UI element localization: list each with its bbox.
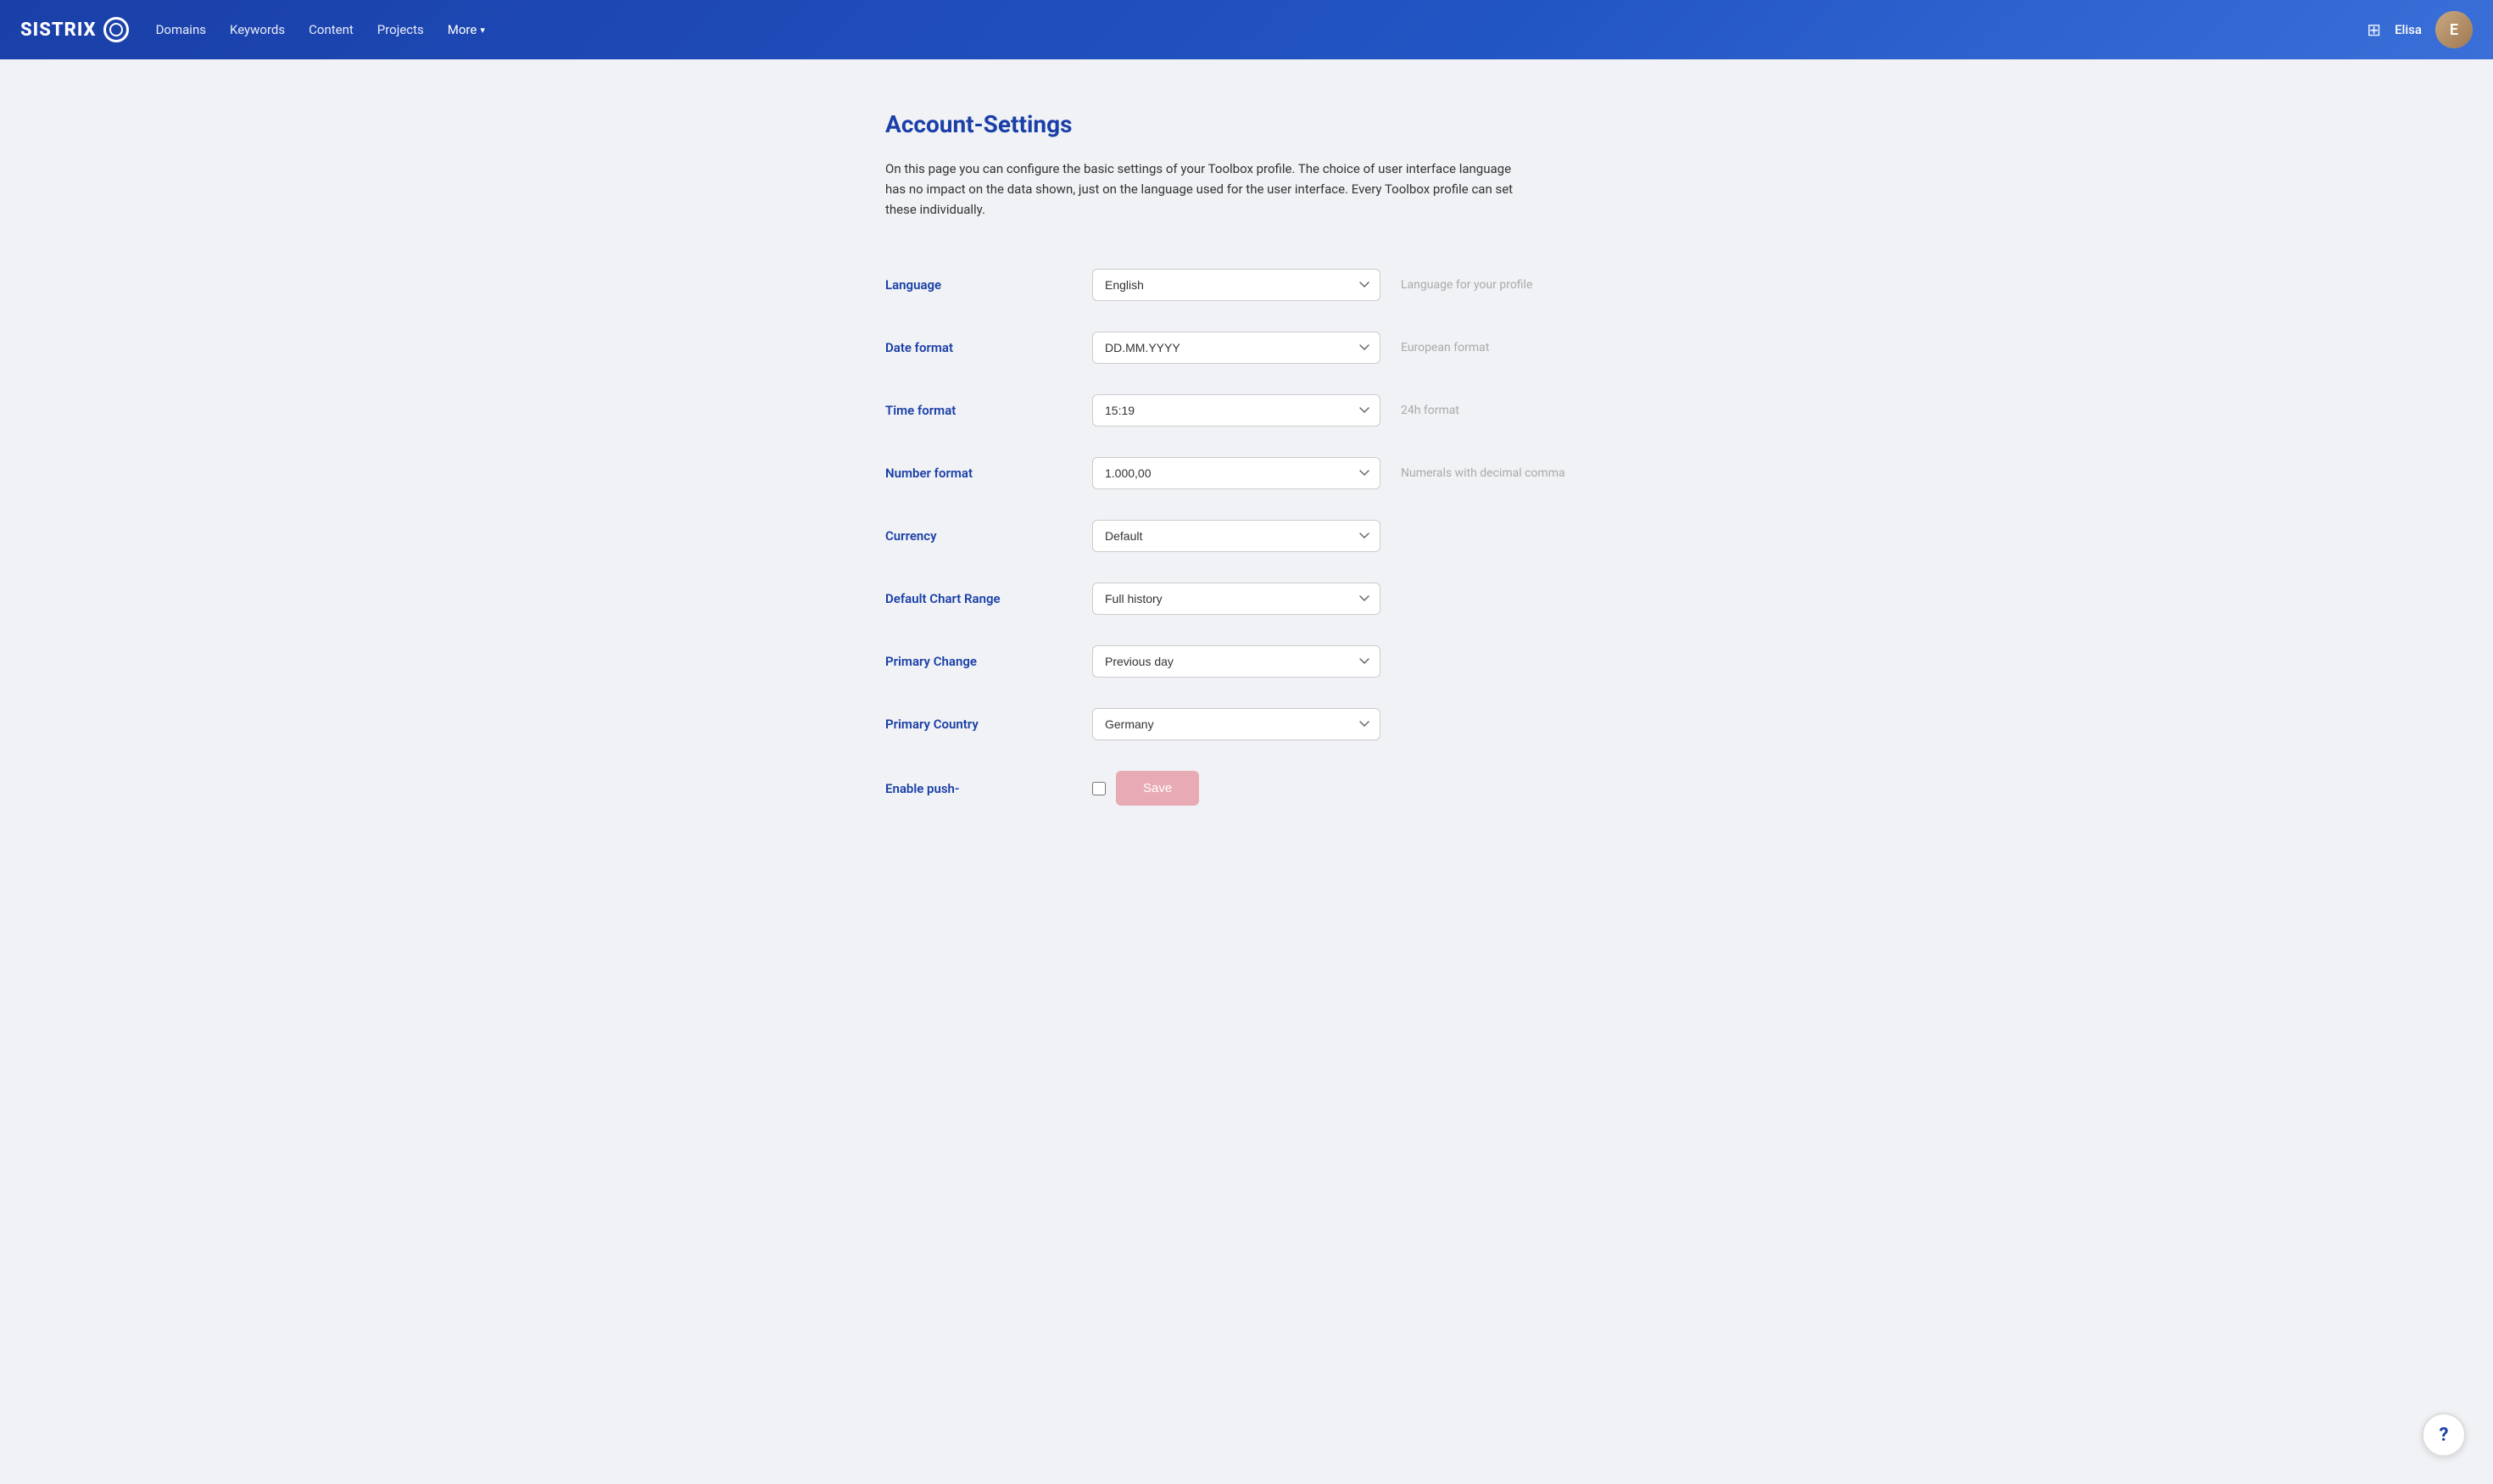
settings-row-number-format: Number format 1.000,00 1,000.00 Numerals… bbox=[885, 442, 1608, 505]
label-language: Language bbox=[885, 277, 1072, 293]
nav-link-content[interactable]: Content bbox=[309, 22, 354, 37]
hint-time-format: 24h format bbox=[1401, 404, 1608, 417]
label-chart-range: Default Chart Range bbox=[885, 591, 1072, 606]
navbar-left: SISTRIX Domains Keywords Content Project… bbox=[20, 17, 485, 42]
navbar-right: ⊞ Elisa E bbox=[2367, 11, 2473, 48]
select-primary-country[interactable]: Germany United States United Kingdom Fra… bbox=[1092, 708, 1380, 740]
user-name: Elisa bbox=[2395, 22, 2422, 37]
nav-link-keywords[interactable]: Keywords bbox=[230, 22, 285, 37]
label-enable-push: Enable push- bbox=[885, 781, 1072, 796]
settings-row-language: Language English German French Spanish L… bbox=[885, 254, 1608, 316]
nav-link-projects[interactable]: Projects bbox=[377, 22, 424, 37]
main-content: Account-Settings On this page you can co… bbox=[865, 110, 1628, 821]
settings-row-date-format: Date format DD.MM.YYYY MM/DD/YYYY YYYY-M… bbox=[885, 316, 1608, 379]
select-chart-range[interactable]: Full history 1 Year 6 Months 3 Months bbox=[1092, 583, 1380, 615]
label-primary-change: Primary Change bbox=[885, 654, 1072, 669]
logo[interactable]: SISTRIX bbox=[20, 17, 129, 42]
page-description: On this page you can configure the basic… bbox=[885, 159, 1530, 220]
checkbox-enable-push[interactable] bbox=[1092, 782, 1106, 795]
settings-row-chart-range: Default Chart Range Full history 1 Year … bbox=[885, 567, 1608, 630]
help-button[interactable]: ? bbox=[2422, 1413, 2466, 1457]
settings-row-time-format: Time format 15:19 3:19 PM 24h format bbox=[885, 379, 1608, 442]
settings-row-primary-change: Primary Change Previous day Previous wee… bbox=[885, 630, 1608, 693]
select-language[interactable]: English German French Spanish bbox=[1092, 269, 1380, 301]
label-currency: Currency bbox=[885, 528, 1072, 544]
avatar[interactable]: E bbox=[2435, 11, 2473, 48]
select-currency[interactable]: Default EUR USD GBP bbox=[1092, 520, 1380, 552]
settings-row-primary-country: Primary Country Germany United States Un… bbox=[885, 693, 1608, 756]
label-number-format: Number format bbox=[885, 466, 1072, 481]
save-button[interactable]: Save bbox=[1116, 771, 1199, 806]
select-number-format[interactable]: 1.000,00 1,000.00 bbox=[1092, 457, 1380, 489]
logo-search-icon bbox=[103, 17, 129, 42]
select-time-format[interactable]: 15:19 3:19 PM bbox=[1092, 394, 1380, 427]
page-title: Account-Settings bbox=[885, 110, 1608, 138]
label-date-format: Date format bbox=[885, 340, 1072, 355]
nav-more-dropdown[interactable]: More ▾ bbox=[448, 22, 485, 37]
logo-text: SISTRIX bbox=[20, 20, 97, 41]
avatar-image: E bbox=[2435, 11, 2473, 48]
enable-push-control: Save bbox=[1092, 771, 1380, 806]
nav-more-label: More bbox=[448, 22, 477, 37]
settings-row-enable-push: Enable push- Save bbox=[885, 756, 1608, 821]
settings-container: Language English German French Spanish L… bbox=[885, 254, 1608, 821]
settings-row-currency: Currency Default EUR USD GBP bbox=[885, 505, 1608, 567]
chevron-down-icon: ▾ bbox=[480, 25, 485, 36]
hint-number-format: Numerals with decimal comma bbox=[1401, 466, 1608, 480]
nav-links: Domains Keywords Content Projects More ▾ bbox=[156, 22, 485, 37]
nav-link-domains[interactable]: Domains bbox=[156, 22, 206, 37]
select-primary-change[interactable]: Previous day Previous week Previous mont… bbox=[1092, 645, 1380, 678]
label-primary-country: Primary Country bbox=[885, 717, 1072, 732]
grid-icon[interactable]: ⊞ bbox=[2367, 20, 2381, 40]
label-time-format: Time format bbox=[885, 403, 1072, 418]
hint-date-format: European format bbox=[1401, 341, 1608, 354]
select-date-format[interactable]: DD.MM.YYYY MM/DD/YYYY YYYY-MM-DD bbox=[1092, 332, 1380, 364]
navbar: SISTRIX Domains Keywords Content Project… bbox=[0, 0, 2493, 59]
hint-language: Language for your profile bbox=[1401, 278, 1608, 292]
help-icon: ? bbox=[2440, 1425, 2449, 1446]
